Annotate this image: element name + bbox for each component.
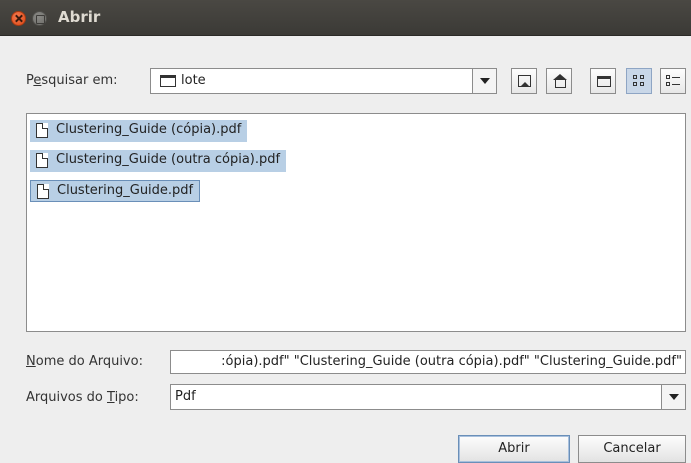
list-view-icon — [633, 75, 647, 88]
file-name-label: Nome do Arquivo: — [26, 354, 143, 369]
file-icon — [36, 153, 48, 168]
file-item[interactable]: Clustering_Guide.pdf — [30, 180, 201, 202]
up-one-level-button[interactable] — [511, 68, 537, 94]
look-in-dropdown-button[interactable] — [472, 69, 496, 93]
look-in-value: lote — [181, 73, 206, 88]
file-list[interactable]: Clustering_Guide (cópia).pdf Clustering_… — [26, 113, 686, 332]
file-icon — [36, 123, 48, 138]
chevron-down-icon — [480, 78, 490, 84]
close-icon[interactable] — [11, 11, 26, 26]
file-type-value: Pdf — [175, 389, 196, 404]
file-name-field[interactable]: :ópia).pdf" "Clustering_Guide (outra cóp… — [170, 350, 686, 374]
chevron-down-icon — [669, 394, 679, 400]
window-title: Abrir — [58, 8, 101, 26]
file-name-value: :ópia).pdf" "Clustering_Guide (outra cóp… — [221, 354, 682, 369]
new-folder-button[interactable] — [590, 68, 616, 94]
file-name: Clustering_Guide.pdf — [57, 183, 194, 198]
up-folder-icon — [518, 75, 531, 87]
title-bar: Abrir — [0, 0, 691, 36]
list-view-button[interactable] — [626, 68, 652, 94]
look-in-label: Pesquisar em: — [26, 73, 118, 88]
details-view-icon — [666, 75, 681, 88]
minimize-icon[interactable] — [32, 11, 47, 26]
file-type-label: Arquivos do Tipo: — [26, 390, 139, 405]
file-type-combobox[interactable]: Pdf — [170, 384, 686, 410]
new-folder-icon — [597, 76, 611, 87]
folder-icon — [160, 75, 176, 87]
file-item[interactable]: Clustering_Guide (cópia).pdf — [30, 120, 248, 142]
file-name: Clustering_Guide (cópia).pdf — [56, 122, 242, 137]
home-icon — [553, 74, 567, 88]
cancel-button[interactable]: Cancelar — [578, 435, 686, 463]
home-button[interactable] — [546, 68, 572, 94]
file-type-dropdown-button[interactable] — [661, 385, 685, 409]
file-item[interactable]: Clustering_Guide (outra cópia).pdf — [30, 150, 287, 172]
look-in-combobox[interactable]: lote — [150, 68, 497, 94]
file-icon — [37, 184, 49, 199]
file-name: Clustering_Guide (outra cópia).pdf — [56, 152, 281, 167]
details-view-button[interactable] — [660, 68, 686, 94]
open-button[interactable]: Abrir — [458, 435, 570, 463]
